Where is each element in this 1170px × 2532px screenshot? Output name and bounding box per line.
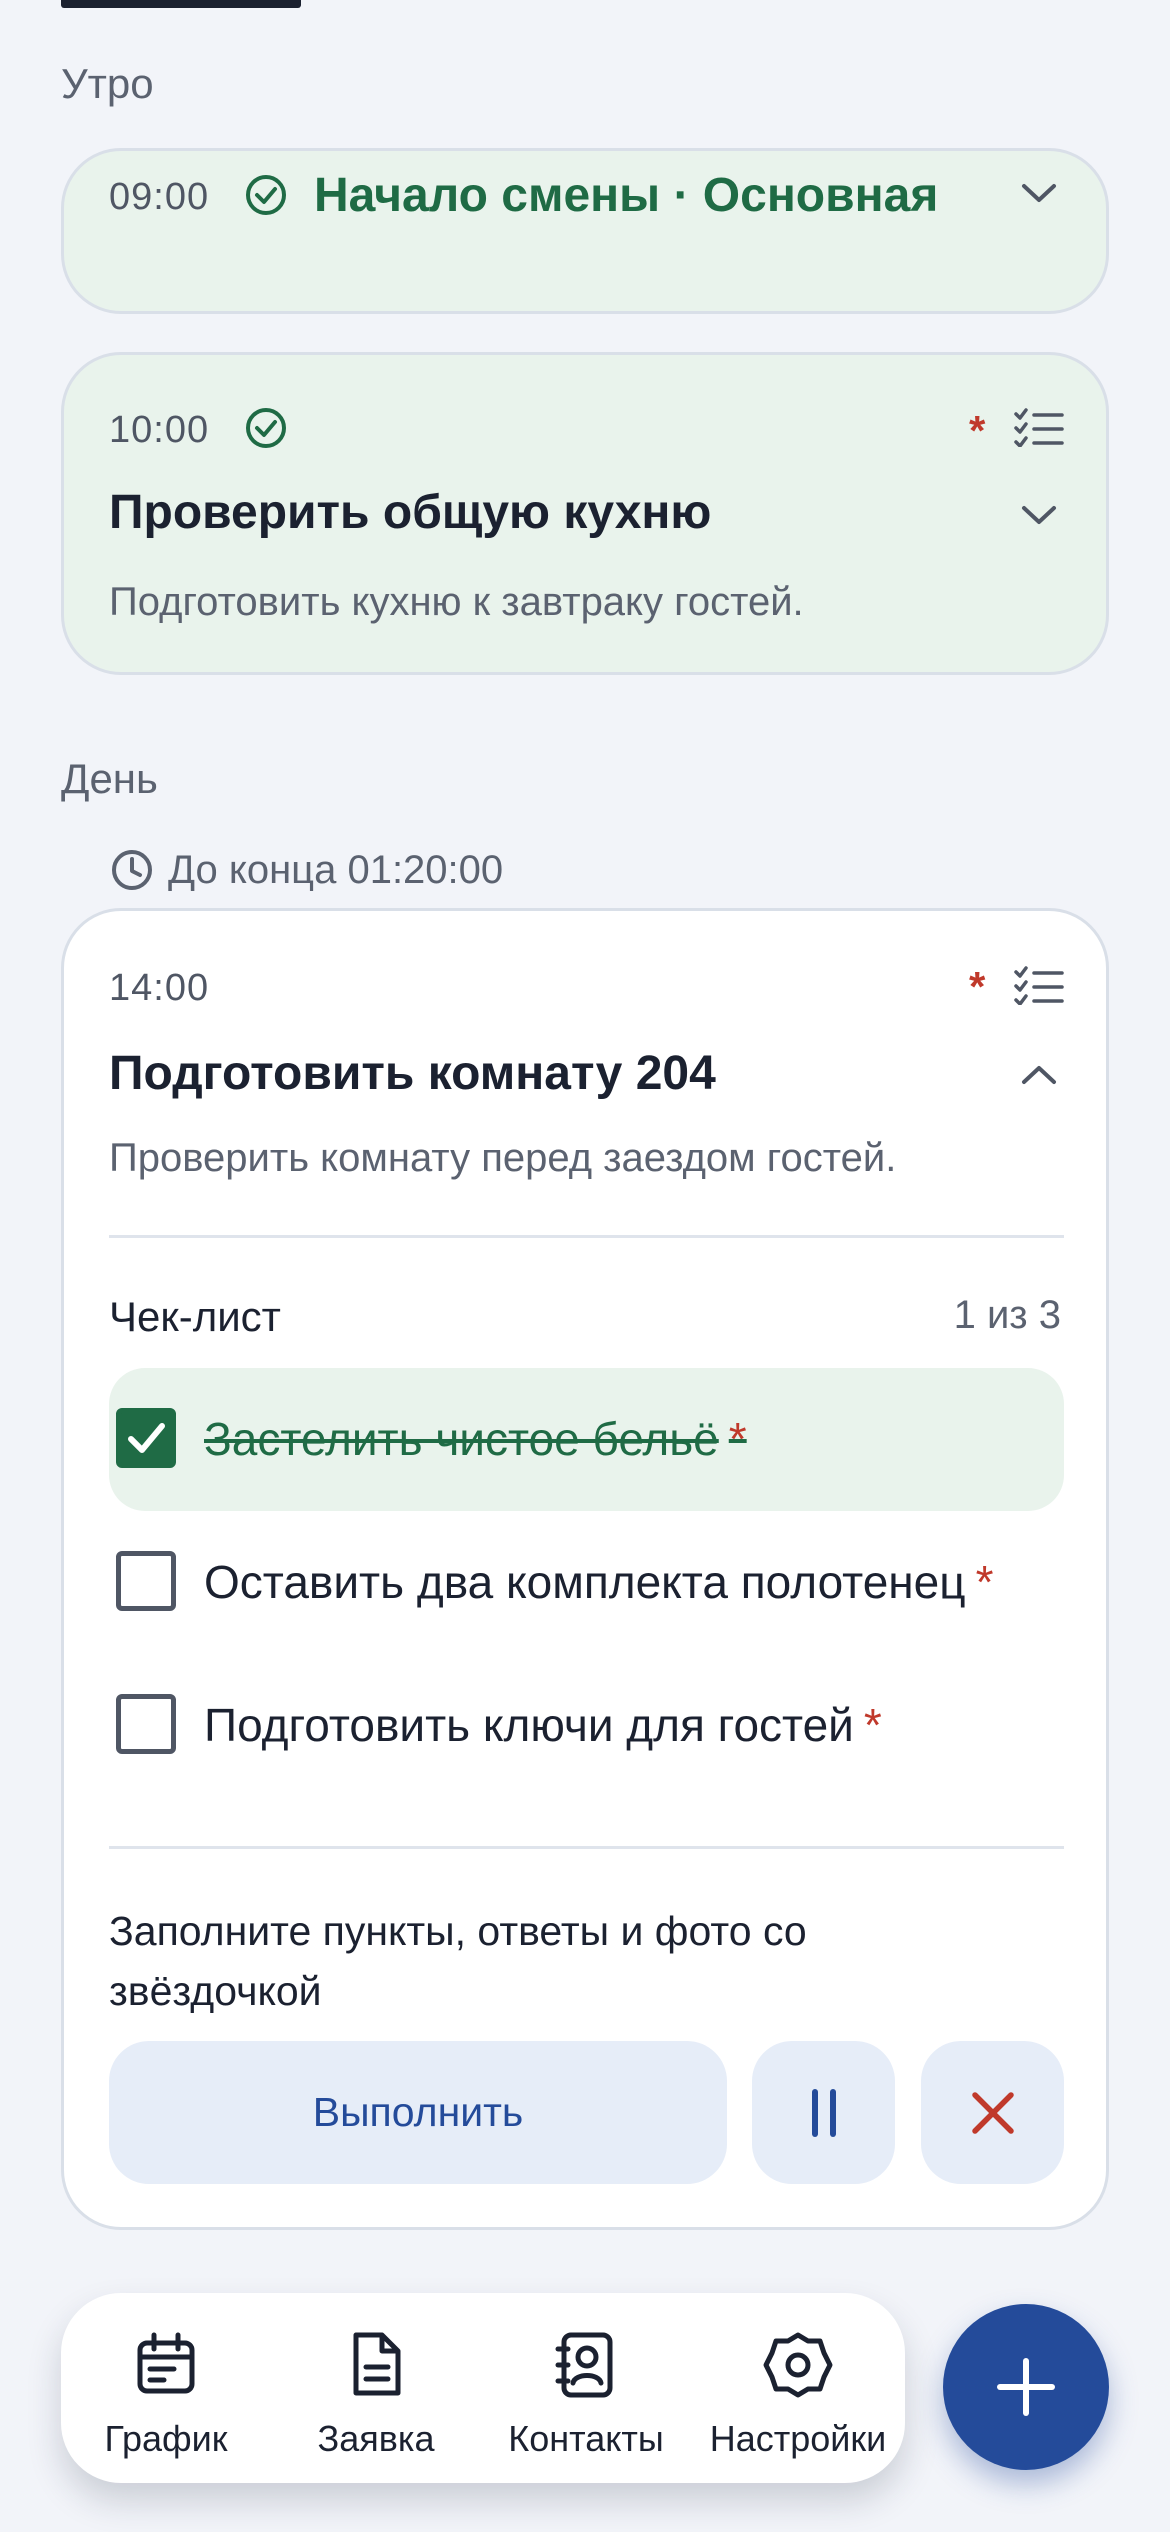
check-circle-icon [246,175,286,215]
task-card-shift-start[interactable]: 09:00 Начало смены · Основная [61,148,1109,314]
checkbox-unchecked[interactable] [116,1551,176,1611]
nav-label: График [104,2418,228,2459]
task-time: 14:00 [109,967,210,1009]
task-description: Подготовить кухню к завтраку гостей. [109,580,804,624]
checklist-item-label: Подготовить ключи для гостей * [204,1699,882,1751]
complete-button-label: Выполнить [312,2089,524,2135]
task-time: 09:00 [109,176,210,218]
required-mark: * [975,1556,994,1608]
checklist-title: Чек-лист [109,1293,281,1340]
task-card-kitchen[interactable]: 10:00 * Проверить общую кухню Подготовит… [61,352,1109,675]
complete-button[interactable]: Выполнить [109,2041,727,2184]
nav-item-settings[interactable]: Настройки [691,2293,905,2483]
checkbox-unchecked[interactable] [116,1694,176,1754]
clock-icon [112,850,152,890]
checklist-item[interactable]: Оставить два комплекта полотенец * [109,1511,1064,1654]
task-title: Начало смены · Основная [314,169,939,222]
nav-item-contacts[interactable]: Контакты [481,2293,691,2483]
task-card-room-204: 14:00 * Подготовить комнату 204 Проверит… [61,908,1109,2230]
divider [109,1846,1064,1849]
add-button[interactable] [943,2304,1109,2470]
nav-label: Контакты [508,2418,664,2459]
required-mark: * [969,407,986,454]
required-mark: * [969,963,986,1010]
required-mark: * [863,1699,882,1751]
nav-item-request[interactable]: Заявка [271,2293,481,2483]
settings-icon [763,2332,833,2398]
divider [109,1235,1064,1238]
checklist-item[interactable]: Застелить чистое бельё * [109,1368,1064,1511]
checklist-item-label: Оставить два комплекта полотенец * [204,1556,994,1608]
check-circle-icon [246,408,286,448]
contacts-icon [555,2332,613,2398]
checkmark-icon [128,1423,165,1453]
section-label-morning: Утро [61,60,154,107]
document-icon [353,2332,401,2396]
checklist-icon [1014,408,1064,447]
plus-icon [997,2358,1055,2416]
chevron-up-icon[interactable] [1020,1063,1058,1087]
nav-label: Заявка [317,2418,435,2459]
checklist-item[interactable]: Подготовить ключи для гостей * [109,1654,1064,1797]
task-title: Подготовить комнату 204 [109,1047,716,1100]
checklist-progress: 1 из 3 [953,1293,1061,1337]
close-icon [971,2091,1014,2134]
chevron-down-icon[interactable] [1020,181,1058,205]
page-heading-fragment [61,0,321,10]
task-time: 10:00 [109,409,210,451]
pause-icon [811,2088,836,2137]
pause-button[interactable] [752,2041,895,2184]
checklist-icon [1014,966,1064,1005]
checklist-item-label: Застелить чистое бельё * [204,1413,747,1465]
countdown-timer: До конца 01:20:00 [168,848,504,892]
bottom-navigation: График Заявка Контакты Настройки [61,2293,905,2483]
calendar-icon [137,2332,195,2394]
required-hint: Заполните пункты, ответы и фото со звёзд… [109,1908,807,2014]
task-title: Проверить общую кухню [109,486,712,539]
checkbox-checked[interactable] [116,1408,176,1468]
nav-label: Настройки [709,2418,887,2459]
nav-item-schedule[interactable]: График [61,2293,271,2483]
task-description: Проверить комнату перед заездом гостей. [109,1136,897,1180]
cancel-button[interactable] [921,2041,1064,2184]
section-label-day: День [61,755,158,802]
chevron-down-icon[interactable] [1020,503,1058,527]
required-mark: * [728,1413,747,1465]
